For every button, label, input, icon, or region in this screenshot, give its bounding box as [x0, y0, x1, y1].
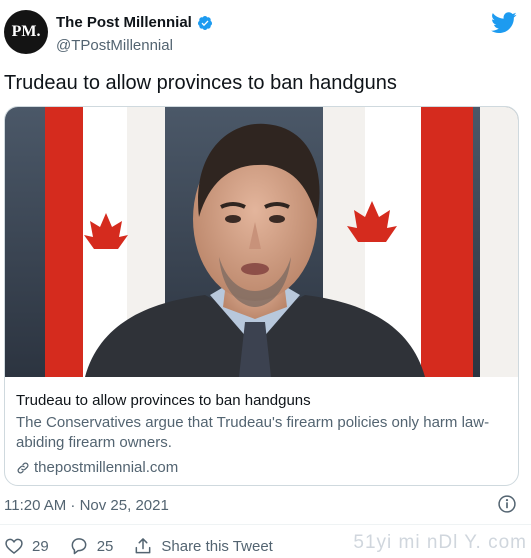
verified-badge-icon [197, 15, 212, 30]
card-description: The Conservatives argue that Trudeau's f… [16, 414, 490, 451]
link-icon [17, 462, 29, 473]
share-label: Share this Tweet [161, 537, 273, 555]
card-title[interactable]: Trudeau to allow provinces to ban handgu… [16, 391, 508, 411]
like-count: 29 [32, 537, 49, 555]
share-button[interactable]: Share this Tweet [133, 536, 273, 556]
card-domain: thepostmillennial.com [34, 459, 179, 476]
heart-icon [5, 538, 23, 555]
card-body[interactable]: Trudeau to allow provinces to ban handgu… [16, 391, 508, 476]
card-image[interactable] [5, 107, 518, 377]
link-card[interactable]: Trudeau to allow provinces to ban handgu… [4, 106, 519, 486]
card-link-row[interactable]: thepostmillennial.com [16, 459, 508, 476]
avatar[interactable]: PM. [4, 10, 48, 54]
tweet-timestamp[interactable]: 11:20 AM · Nov 25, 2021 [4, 497, 169, 514]
share-icon [135, 538, 151, 554]
divider [0, 524, 531, 525]
twitter-bird-icon[interactable] [491, 12, 517, 34]
account-handle[interactable]: @TPostMillennial [56, 37, 173, 54]
tweet-text: Trudeau to allow provinces to ban handgu… [4, 72, 397, 94]
watermark: 51yi mi nDl Y. com [353, 532, 527, 553]
reply-icon [71, 538, 87, 555]
reply-button[interactable]: 25 [69, 536, 114, 556]
like-button[interactable]: 29 [4, 536, 49, 556]
reply-count: 25 [96, 537, 114, 555]
account-name-row[interactable]: The Post Millennial [56, 14, 213, 31]
tweet-actions: 29 25 Share this Tweet [4, 536, 293, 556]
display-name[interactable]: The Post Millennial [56, 14, 192, 31]
info-icon[interactable] [497, 494, 517, 514]
